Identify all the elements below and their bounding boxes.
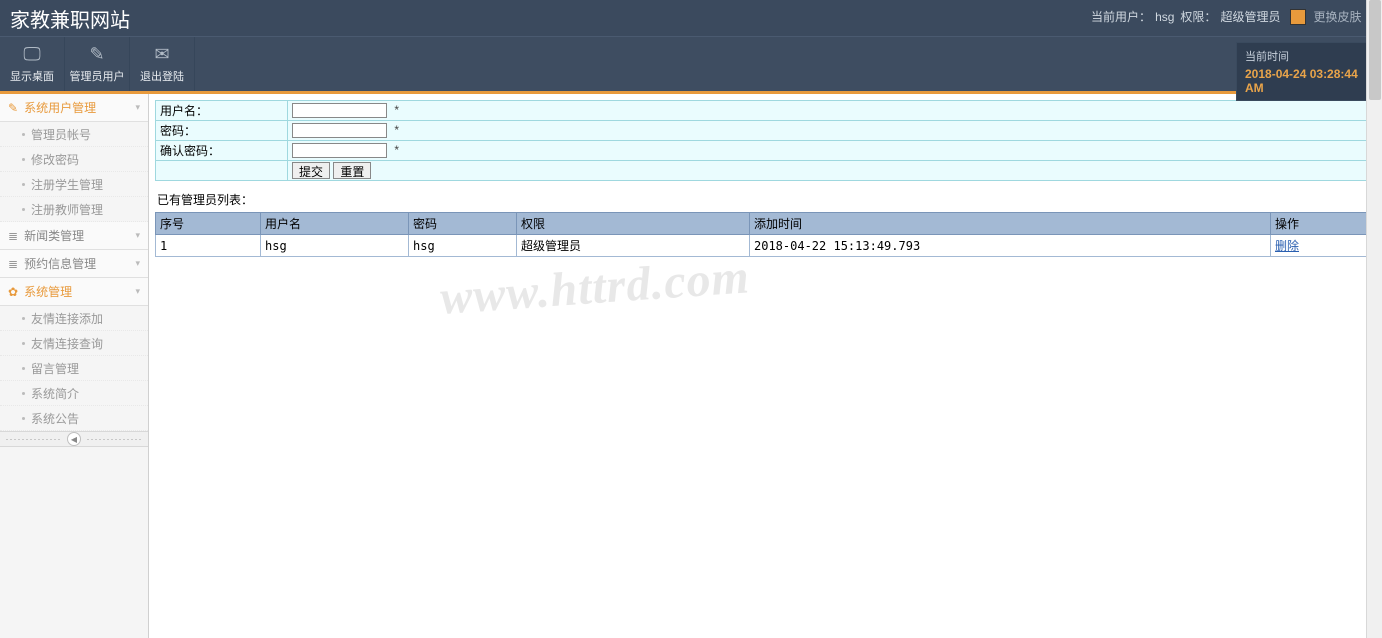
clock-label: 当前时间 [1245,48,1367,64]
confirm-label: 确认密码： [156,141,288,161]
required-mark: * [394,123,399,137]
pencil-icon: ✎ [89,44,104,65]
skin-switch-label[interactable]: 更换皮肤 [1313,8,1361,25]
admin-list-table: 序号 用户名 密码 权限 添加时间 操作 1hsghsg超级管理员2018-04… [155,212,1376,257]
username-cell: * [288,101,1376,121]
chevron-down-icon: ▾ [135,102,140,113]
logout-label: 退出登陆 [140,68,184,84]
cell-index: 1 [156,235,261,257]
booking-mgmt-icon: ≣ [8,257,18,271]
show-desktop-label: 显示桌面 [10,68,54,84]
nav-group-label: 系统管理 [24,283,72,300]
skin-icon[interactable] [1290,9,1306,25]
nav-group-news-mgmt[interactable]: ≣ 新闻类管理 ▾ [0,222,148,250]
chevron-down-icon: ▾ [135,230,140,241]
nav-group-label: 预约信息管理 [24,255,96,272]
required-mark: * [394,103,399,117]
current-user-value: hsg [1155,10,1174,24]
col-password: 密码 [409,213,517,235]
role-label: 权限： [1180,8,1216,25]
nav-item[interactable]: 友情连接查询 [0,331,148,356]
col-addtime: 添加时间 [750,213,1271,235]
nav-item[interactable]: 管理员帐号 [0,122,148,147]
required-mark: * [394,143,399,157]
cell-password: hsg [409,235,517,257]
admin-user-button[interactable]: ✎ 管理员用户 [65,37,130,91]
confirm-password-input[interactable] [292,143,387,158]
password-cell: * [288,121,1376,141]
sidebar: ✎ 系统用户管理 ▾ 管理员帐号修改密码注册学生管理注册教师管理 ≣ 新闻类管理 ▾ ≣ 预约信… [0,94,149,638]
cell-role: 超级管理员 [517,235,750,257]
nav-group-booking-mgmt[interactable]: ≣ 预约信息管理 ▾ [0,250,148,278]
nav-group-label: 新闻类管理 [24,227,84,244]
sidebar-collapse-handle[interactable]: ◀ [0,431,148,447]
cell-username: hsg [261,235,409,257]
confirm-cell: * [288,141,1376,161]
envelope-icon: ✉ [154,44,169,65]
sys-mgmt-icon: ✿ [8,285,18,299]
col-action: 操作 [1271,213,1376,235]
chevron-down-icon: ▾ [135,286,140,297]
submit-button[interactable] [292,162,330,179]
password-label: 密码： [156,121,288,141]
chevron-left-icon: ◀ [67,432,81,446]
nav-item[interactable]: 修改密码 [0,147,148,172]
header: 家教兼职网站 当前用户： hsg 权限： 超级管理员 更换皮肤 ▾ [0,0,1382,36]
admin-user-label: 管理员用户 [70,68,125,84]
nav-item[interactable]: 注册学生管理 [0,172,148,197]
nav-item[interactable]: 注册教师管理 [0,197,148,222]
nav-item[interactable]: 友情连接添加 [0,306,148,331]
role-value: 超级管理员 [1220,8,1280,25]
cell-add_time: 2018-04-22 15:13:49.793 [750,235,1271,257]
site-title: 家教兼职网站 [10,4,130,33]
clock-time: 2018-04-24 03:28:44 AM [1245,67,1367,95]
monitor-icon: 🖵 [23,44,40,65]
user-mgmt-icon: ✎ [8,101,18,115]
content: 用户名： * 密码： * 确认密码： * [149,94,1382,638]
scrollbar-thumb[interactable] [1369,0,1381,100]
nav-group-sys-mgmt[interactable]: ✿ 系统管理 ▾ [0,278,148,306]
nav-item[interactable]: 留言管理 [0,356,148,381]
window-scrollbar[interactable] [1366,0,1382,638]
main-area: ✎ 系统用户管理 ▾ 管理员帐号修改密码注册学生管理注册教师管理 ≣ 新闻类管理 ▾ ≣ 预约信… [0,94,1382,638]
delete-link[interactable]: 删除 [1275,239,1299,253]
nav-group-label: 系统用户管理 [24,99,96,116]
col-role: 权限 [517,213,750,235]
news-mgmt-icon: ≣ [8,229,18,243]
show-desktop-button[interactable]: 🖵 显示桌面 [0,37,65,91]
col-username: 用户名 [261,213,409,235]
logout-button[interactable]: ✉ 退出登陆 [130,37,195,91]
chevron-down-icon: ▾ [135,258,140,269]
col-index: 序号 [156,213,261,235]
username-label: 用户名： [156,101,288,121]
button-row-spacer [156,161,288,181]
admin-form-table: 用户名： * 密码： * 确认密码： * [155,100,1376,181]
username-input[interactable] [292,103,387,118]
nav-item[interactable]: 系统简介 [0,381,148,406]
reset-button[interactable] [333,162,371,179]
list-caption: 已有管理员列表： [157,191,1376,208]
table-row: 1hsghsg超级管理员2018-04-22 15:13:49.793删除 [156,235,1376,257]
current-user-label: 当前用户： [1091,8,1151,25]
nav-item[interactable]: 系统公告 [0,406,148,431]
nav-group-user-mgmt[interactable]: ✎ 系统用户管理 ▾ [0,94,148,122]
clock-box: 当前时间 2018-04-24 03:28:44 AM [1236,42,1376,101]
password-input[interactable] [292,123,387,138]
header-right: 当前用户： hsg 权限： 超级管理员 更换皮肤 ▾ [1091,8,1372,25]
cell-action: 删除 [1271,235,1376,257]
form-buttons [288,161,1376,181]
toolbar: 🖵 显示桌面 ✎ 管理员用户 ✉ 退出登陆 当前时间 2018-04-24 03… [0,36,1382,91]
